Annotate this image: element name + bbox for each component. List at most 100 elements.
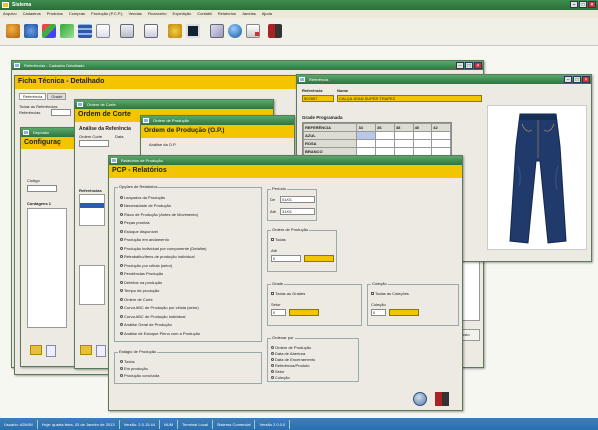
ordem-de-field[interactable]: 0 xyxy=(271,255,301,262)
grid-icon[interactable] xyxy=(78,24,92,38)
estagio-option[interactable]: Em produção xyxy=(120,365,159,372)
maximize-button[interactable]: □ xyxy=(579,1,587,8)
menu-item[interactable]: Relatórios xyxy=(218,10,236,18)
todas-colecoes-checkbox[interactable]: Todas as Coleções xyxy=(371,291,409,296)
menu-item[interactable]: Produtos xyxy=(47,10,63,18)
referencias-list[interactable] xyxy=(79,194,105,226)
report-option[interactable]: Risco de Produção (Antes de Movimento) xyxy=(120,210,207,219)
ordenar-option[interactable]: Data de Encerramento xyxy=(271,356,315,362)
maximize-button[interactable]: □ xyxy=(465,62,473,69)
analise-op-label: Análise da O.P. xyxy=(149,142,177,147)
heart-icon[interactable] xyxy=(168,24,182,38)
report-option[interactable]: Estoque disponível xyxy=(120,227,207,236)
nome-field[interactable]: CALÇA JEAN SUPER TRAPEZ xyxy=(337,95,482,102)
ordem-ate-field[interactable] xyxy=(304,255,334,262)
config-grid[interactable] xyxy=(27,208,67,328)
menu-item[interactable]: Contábil xyxy=(197,10,212,18)
colecao-value-field[interactable] xyxy=(389,309,419,316)
report-option[interactable]: Pendências Produção xyxy=(120,270,207,279)
grade-cell[interactable] xyxy=(356,139,377,148)
referencia-field[interactable]: 507897 xyxy=(302,95,334,102)
globe-icon[interactable] xyxy=(228,24,242,38)
users-icon[interactable] xyxy=(6,24,20,38)
radio-icon xyxy=(120,306,123,310)
report-option[interactable]: Tempo de produção xyxy=(120,287,207,296)
report-option[interactable]: Análise de Estoque Pleno com a Produção xyxy=(120,329,207,338)
data-de-field[interactable]: 01/01 xyxy=(280,196,315,203)
ordem-corte-field[interactable] xyxy=(79,140,109,147)
report-option[interactable]: Curva ABC de Produção por célula (setor) xyxy=(120,304,207,313)
grade-cell[interactable] xyxy=(375,131,395,140)
report-option[interactable]: Curva ABC de Produção individual xyxy=(120,312,207,321)
minimize-button[interactable]: – xyxy=(564,76,572,83)
report-option[interactable]: Peças prontas xyxy=(120,219,207,228)
report-option[interactable]: Produção em andamento xyxy=(120,236,207,245)
setor-value-field[interactable] xyxy=(289,309,319,316)
ordenar-option[interactable]: Ordem de Produção xyxy=(271,344,315,350)
exit-icon[interactable] xyxy=(268,24,282,38)
stop-icon[interactable] xyxy=(186,24,200,38)
palette-icon[interactable] xyxy=(210,24,224,38)
document-icon[interactable] xyxy=(46,345,56,357)
report-option[interactable]: Ordem de Corte xyxy=(120,295,207,304)
minimize-button[interactable]: – xyxy=(456,62,464,69)
grade-cell[interactable] xyxy=(393,131,414,140)
estagio-option[interactable]: Produção concluída xyxy=(120,372,159,379)
document-icon[interactable] xyxy=(96,24,110,38)
menu-item[interactable]: Expedição xyxy=(173,10,192,18)
todas-ordens-checkbox[interactable]: Todas xyxy=(271,237,286,242)
grade-cell[interactable] xyxy=(375,139,395,148)
data-ate-field[interactable]: 31/01 xyxy=(280,208,315,215)
minimize-button[interactable]: – xyxy=(570,1,578,8)
menu-item[interactable]: Financeiro xyxy=(148,10,167,18)
print-preview-button[interactable] xyxy=(413,392,427,406)
report-option[interactable]: Defeitos na produção xyxy=(120,278,207,287)
estagio-option[interactable]: Todos xyxy=(120,358,159,365)
ordenar-option[interactable]: Referência/Produto xyxy=(271,362,315,368)
maximize-button[interactable]: □ xyxy=(573,76,581,83)
menu-item[interactable]: Cadastros xyxy=(23,10,41,18)
codigo-field[interactable] xyxy=(27,185,57,192)
gear-icon[interactable] xyxy=(24,24,38,38)
report-option[interactable]: Análise Geral de Produção xyxy=(120,321,207,330)
grade-cell[interactable] xyxy=(431,139,451,148)
report-option[interactable]: Necessidade de Produção xyxy=(120,202,207,211)
document-icon[interactable] xyxy=(96,345,106,357)
tab-grade[interactable]: Grade xyxy=(47,93,67,100)
exit-button[interactable] xyxy=(435,392,449,406)
grade-cell[interactable] xyxy=(412,139,433,148)
report-option[interactable]: Retrabalho/Itens de produção individual xyxy=(120,253,207,262)
clipboard-icon[interactable] xyxy=(120,24,134,38)
close-button[interactable]: × xyxy=(588,1,596,8)
calendar-icon[interactable] xyxy=(144,24,158,38)
grade-cell[interactable] xyxy=(356,131,377,140)
menu-item[interactable]: Produção (P.C.P.) xyxy=(91,10,122,18)
tab-referencia[interactable]: Referência xyxy=(19,93,47,100)
grade-cell[interactable] xyxy=(412,131,433,140)
referencias-grid[interactable] xyxy=(79,265,105,305)
referencias-field[interactable] xyxy=(51,109,71,116)
ordenar-option[interactable]: Coleção xyxy=(271,374,315,380)
close-button[interactable]: × xyxy=(474,62,482,69)
menu-item[interactable]: Compras xyxy=(69,10,85,18)
menu-item[interactable]: Janelas xyxy=(242,10,256,18)
todas-grades-checkbox[interactable]: Todas as Grades xyxy=(271,291,305,296)
grade-cell[interactable] xyxy=(431,131,451,140)
chart-icon[interactable] xyxy=(42,24,56,38)
chart2-icon[interactable] xyxy=(60,24,74,38)
menu-item[interactable]: Arquivo xyxy=(3,10,17,18)
colecao-field[interactable]: 0 xyxy=(371,309,386,316)
menu-item[interactable]: Vendas xyxy=(128,10,141,18)
report-icon[interactable] xyxy=(246,24,260,38)
folder-icon[interactable] xyxy=(80,345,92,355)
setor-field[interactable]: 0 xyxy=(271,309,286,316)
grade-row[interactable]: AZUL xyxy=(303,131,451,140)
folder-icon[interactable] xyxy=(30,345,42,355)
menu-item[interactable]: Ajuda xyxy=(262,10,272,18)
close-button[interactable]: × xyxy=(582,76,590,83)
grade-row[interactable]: ROSA xyxy=(303,139,451,148)
grade-cell[interactable] xyxy=(393,139,414,148)
report-option[interactable]: Produção por célula (setor) xyxy=(120,261,207,270)
report-option[interactable]: Produção individual por componente (Deta… xyxy=(120,244,207,253)
report-option[interactable]: Lançados da Produção xyxy=(120,193,207,202)
